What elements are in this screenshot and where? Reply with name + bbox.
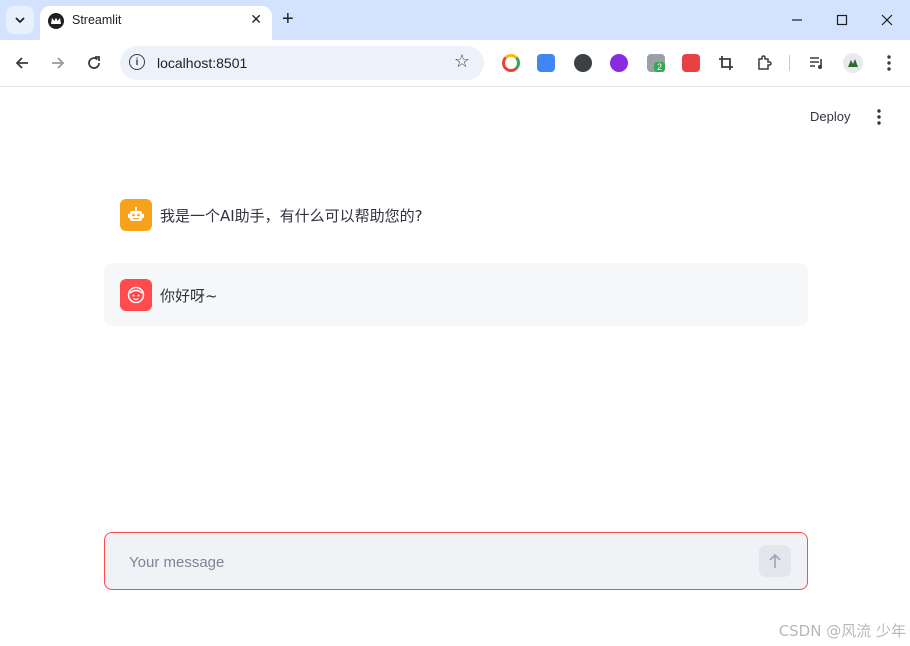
puzzle-icon: [758, 55, 772, 70]
chat-input-container: [104, 532, 808, 590]
more-vert-icon: [877, 109, 881, 125]
back-button[interactable]: [9, 50, 35, 76]
bookmark-star-icon[interactable]: ☆: [454, 51, 470, 72]
user-message: 你好呀~: [104, 263, 808, 326]
media-control-button[interactable]: [804, 50, 830, 76]
toolbar-divider: [789, 55, 790, 71]
reload-icon: [88, 56, 100, 69]
reload-button[interactable]: [81, 50, 107, 76]
translate-ext-icon[interactable]: [537, 54, 555, 72]
crop-icon: [719, 56, 733, 70]
browser-menu-button[interactable]: [876, 50, 902, 76]
send-button[interactable]: [759, 545, 791, 577]
maximize-button[interactable]: [819, 0, 865, 40]
pin-ext-icon[interactable]: [682, 54, 700, 72]
new-tab-button[interactable]: +: [282, 8, 294, 30]
streamlit-favicon-icon: [48, 13, 64, 29]
minimize-button[interactable]: [774, 0, 820, 40]
address-bar[interactable]: i localhost:8501 ☆: [120, 46, 484, 80]
avatar-icon: [843, 53, 863, 73]
chevron-down-icon: [15, 17, 25, 24]
more-vert-icon: [887, 55, 891, 71]
tab-strip: Streamlit ✕ +: [0, 0, 910, 40]
ext-badge: 2: [654, 62, 666, 72]
tab-close-icon[interactable]: ✕: [250, 11, 262, 28]
robot-icon: [128, 206, 144, 221]
site-info-icon[interactable]: i: [129, 54, 145, 70]
watermark: CSDN @风流 少年: [778, 622, 906, 640]
profile-avatar[interactable]: [840, 50, 866, 76]
browser-tab[interactable]: Streamlit ✕: [40, 6, 272, 40]
tab-search-button[interactable]: [6, 6, 34, 34]
forward-button[interactable]: [45, 50, 71, 76]
deploy-button[interactable]: Deploy: [810, 109, 850, 124]
app-menu-button[interactable]: [872, 108, 886, 126]
arrow-left-icon: [15, 57, 28, 69]
extensions-button[interactable]: [751, 50, 777, 76]
user-avatar: [120, 279, 152, 311]
arrow-right-icon: [52, 57, 65, 69]
arrow-up-icon: [769, 553, 781, 568]
sheets-ext-icon[interactable]: 2: [647, 54, 666, 72]
screenshot-ext-icon[interactable]: [574, 54, 592, 72]
browser-toolbar: i localhost:8501 ☆ 2: [0, 40, 910, 87]
user-message-text: 你好呀~: [160, 287, 218, 305]
tab-title: Streamlit: [72, 13, 122, 27]
code-ext-icon[interactable]: [610, 54, 628, 72]
face-icon: [127, 286, 145, 304]
assistant-message: 我是一个AI助手，有什么可以帮助您的?: [104, 183, 808, 247]
crop-ext-button[interactable]: [713, 50, 739, 76]
chat-input[interactable]: [127, 549, 731, 575]
assistant-message-text: 我是一个AI助手，有什么可以帮助您的?: [160, 207, 423, 225]
assistant-avatar: [120, 199, 152, 231]
chrome-ext-icon[interactable]: [502, 54, 520, 72]
close-window-button[interactable]: [864, 0, 910, 40]
address-url: localhost:8501: [157, 55, 248, 71]
queue-music-icon: [810, 57, 822, 69]
